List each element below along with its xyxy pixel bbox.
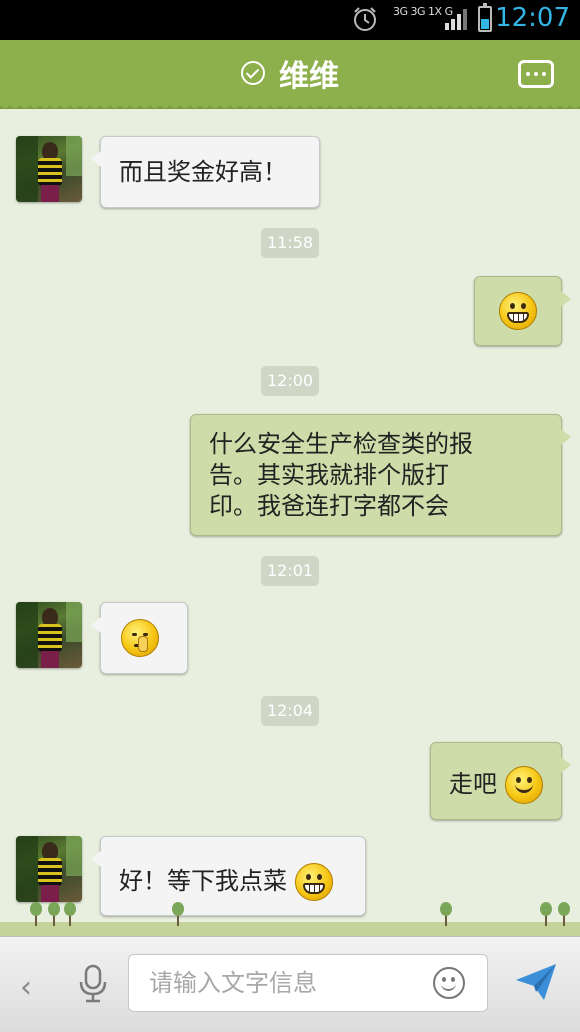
message-text-line: 什么安全生产检查类的报 (209, 430, 473, 458)
message-text-line: 告。其实我就排个版打 (209, 461, 449, 489)
nose-pick-emoji-icon (121, 619, 159, 657)
message-text-line: 印。我爸连打字都不会 (209, 492, 449, 520)
smile-emoji-icon (504, 766, 543, 804)
chat-title: 维维 (0, 40, 580, 106)
timestamp: 12:00 (261, 366, 319, 396)
message-text: 而且奖金好高！ (119, 158, 287, 186)
timestamp: 12:01 (261, 556, 319, 586)
message-text: 走吧 (449, 770, 497, 798)
contact-avatar[interactable] (16, 136, 82, 202)
contact-name: 维维 (279, 59, 339, 94)
online-check-icon (241, 61, 265, 85)
timestamp: 11:58 (261, 228, 319, 258)
timestamp: 12:04 (261, 696, 319, 726)
grin-emoji-icon (499, 292, 537, 330)
signal-icon (445, 9, 467, 30)
message-bubble[interactable] (91, 602, 188, 674)
message-bubble[interactable] (474, 276, 571, 346)
message-text: 好！等下我点菜 (119, 867, 287, 895)
contact-avatar[interactable] (16, 602, 82, 668)
status-time: 12:07 (495, 3, 570, 33)
alarm-icon (354, 7, 376, 31)
more-menu-button[interactable] (518, 60, 554, 88)
send-icon[interactable] (514, 962, 558, 1002)
smiley-icon[interactable] (433, 967, 465, 999)
dot-icon (542, 72, 546, 76)
message-bubble[interactable]: 而且奖金好高！ (91, 136, 320, 208)
background-scenery (0, 896, 580, 936)
message-bubble[interactable]: 什么安全生产检查类的报 告。其实我就排个版打 印。我爸连打字都不会 (190, 414, 571, 536)
chevron-left-icon[interactable]: ‹ (20, 970, 32, 1005)
message-bubble[interactable]: 走吧 (430, 742, 571, 820)
battery-icon (478, 3, 492, 32)
chat-area[interactable]: 而且奖金好高！ 11:58 12:00 什么安全生产检查类的报 告。其实我就排个… (0, 112, 580, 932)
dot-icon (534, 72, 538, 76)
microphone-icon[interactable] (78, 964, 108, 1004)
contact-avatar[interactable] (16, 836, 82, 902)
status-bar: 3G 3G 1X G 12:07 (0, 0, 580, 40)
dot-icon (526, 72, 530, 76)
